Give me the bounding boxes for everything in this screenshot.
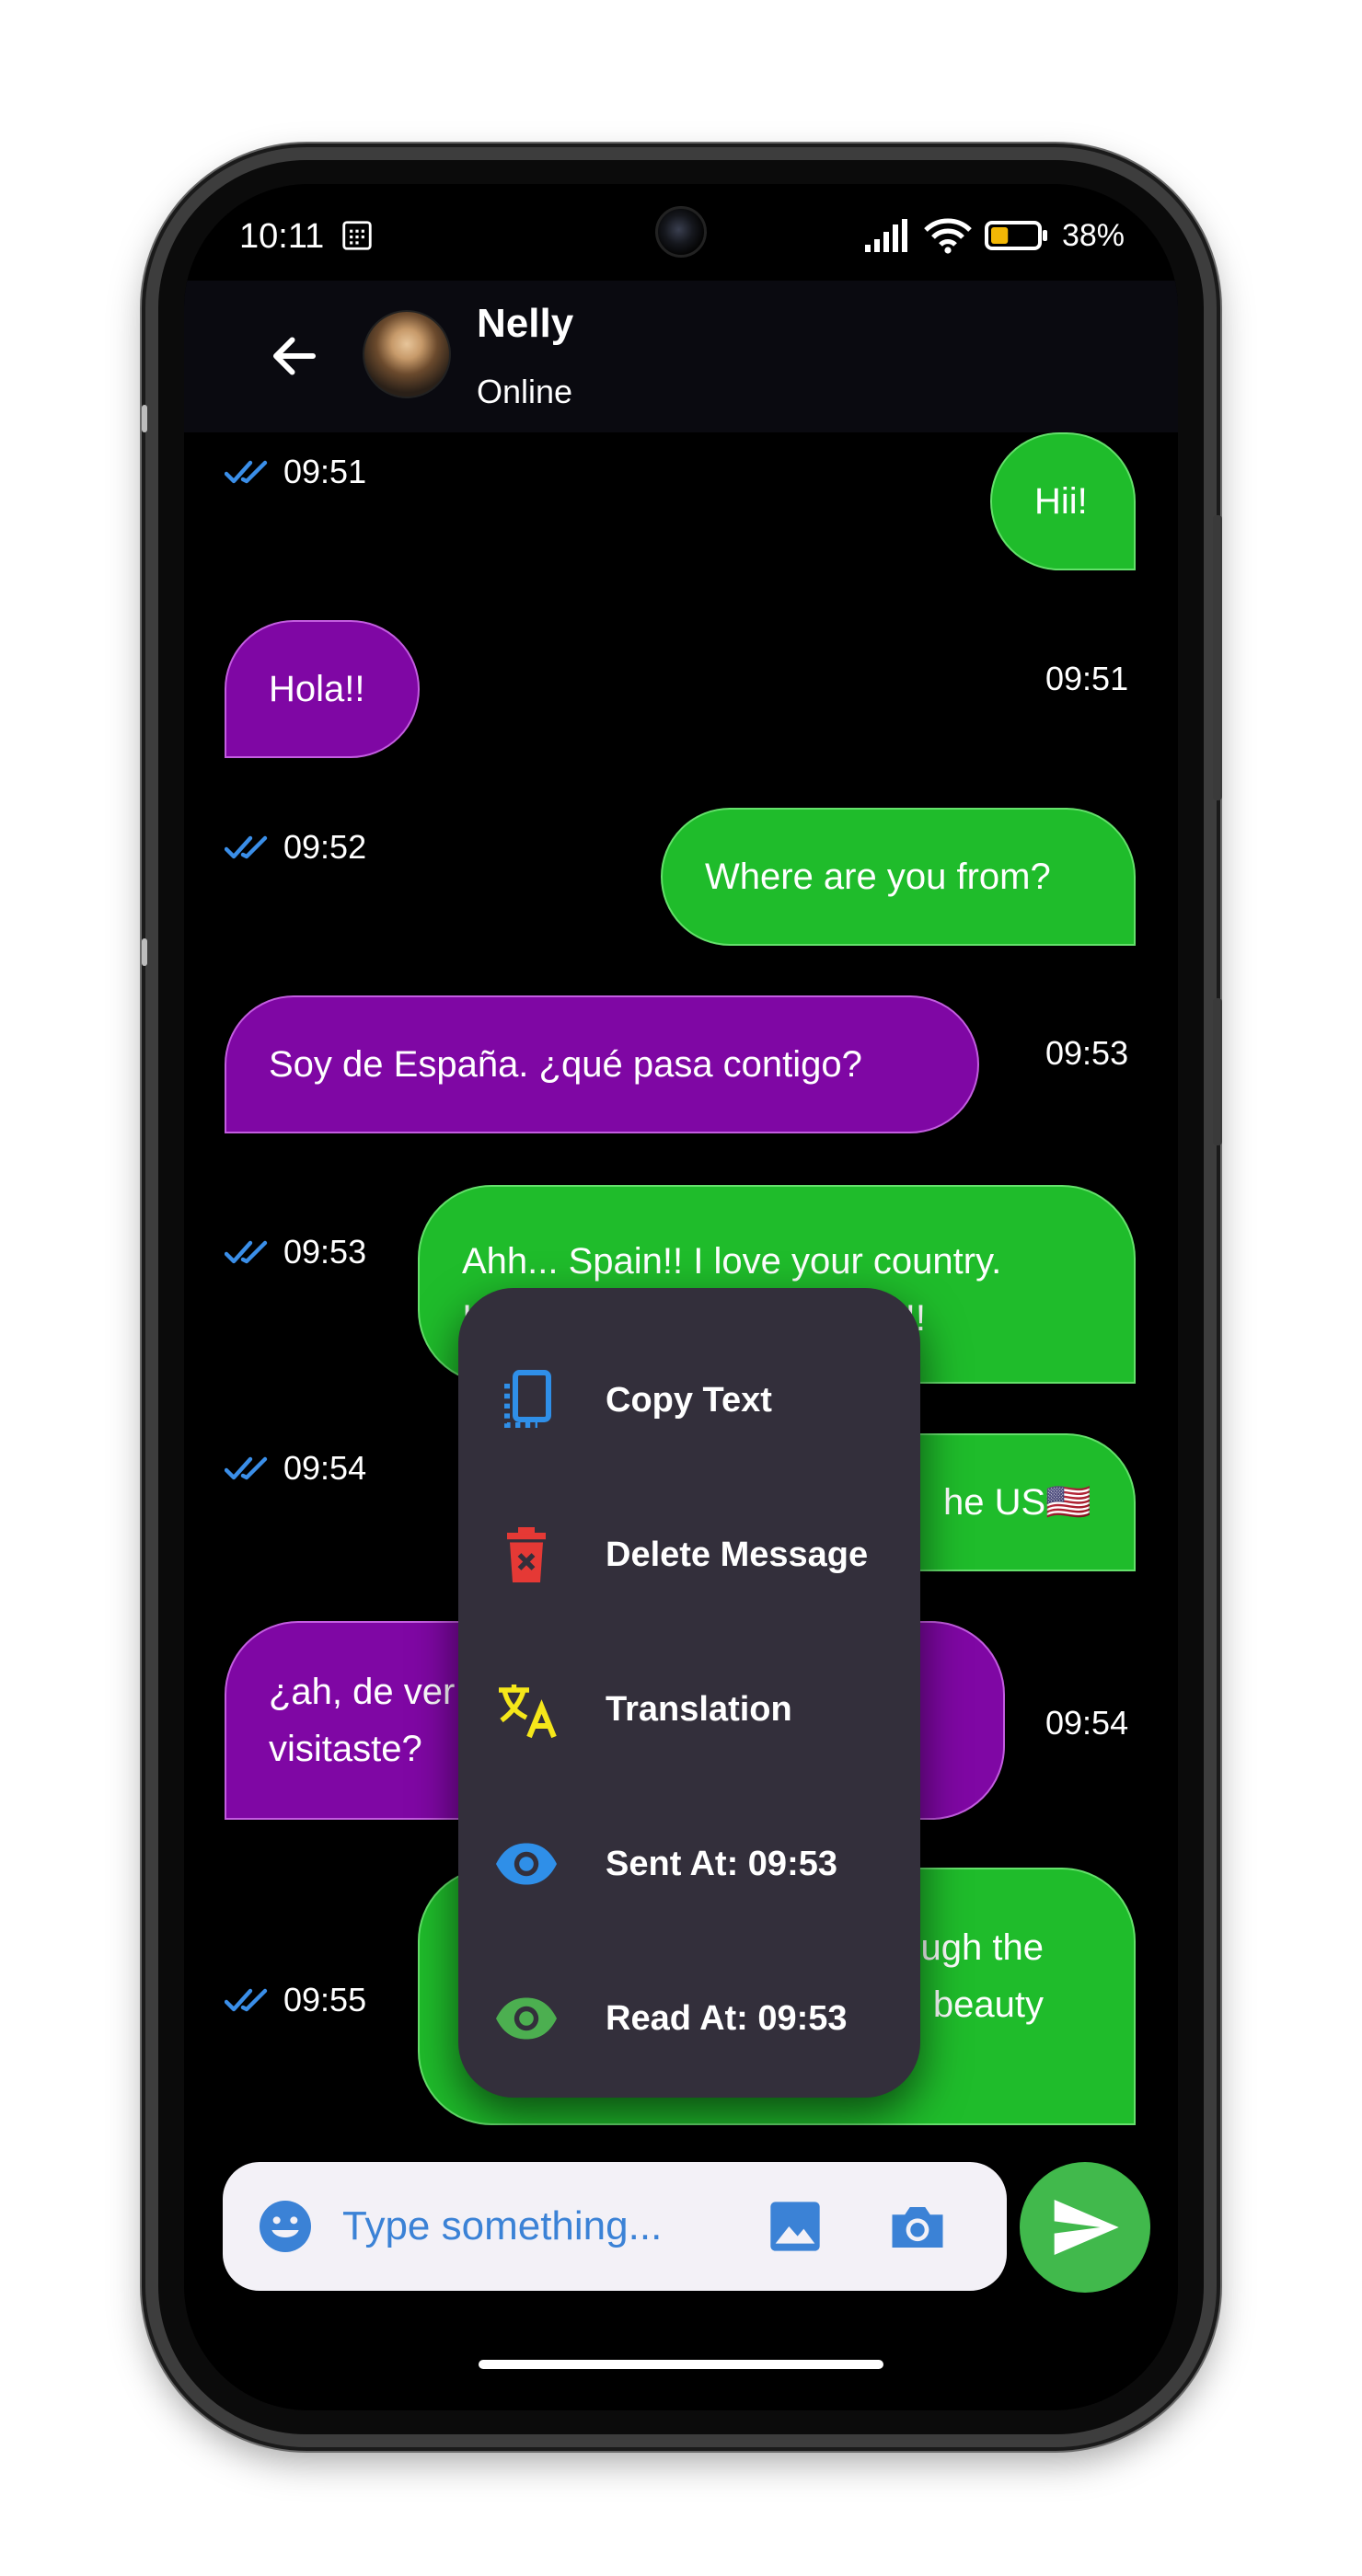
menu-item-sent-at[interactable]: Sent At: 09:53 xyxy=(458,1787,920,1941)
camera-icon[interactable] xyxy=(887,2197,948,2258)
wifi-icon xyxy=(924,218,972,254)
incoming-message[interactable]: Soy de España. ¿qué pasa contigo? xyxy=(225,995,979,1133)
status-time: 10:11 xyxy=(239,217,375,257)
eye-icon xyxy=(496,1997,557,2040)
send-icon xyxy=(1054,2200,1119,2255)
calendar-icon xyxy=(342,221,372,250)
menu-item-read-at[interactable]: Read At: 09:53 xyxy=(458,1941,920,2096)
chat-header: Nelly Online xyxy=(184,281,1178,432)
message-time: 09:51 xyxy=(1045,660,1129,697)
status-indicators: 38% xyxy=(863,217,1125,254)
status-bar: 10:11 38% xyxy=(184,184,1178,281)
home-indicator[interactable] xyxy=(479,2360,883,2369)
translate-icon xyxy=(499,1685,557,1739)
outgoing-message[interactable]: Where are you from? xyxy=(661,808,1136,946)
message-time: 09:51 xyxy=(225,453,366,491)
menu-item-copy-text[interactable]: Copy Text xyxy=(458,1323,920,1478)
power-button xyxy=(1213,998,1222,1145)
battery-icon xyxy=(984,221,1047,250)
trash-icon xyxy=(507,1527,546,1582)
message-time: 09:53 xyxy=(1045,1034,1129,1072)
message-time: 09:53 xyxy=(225,1233,366,1271)
double-check-icon xyxy=(225,1456,268,1480)
incoming-message[interactable]: Hola!! xyxy=(225,620,420,758)
message-time: 09:54 xyxy=(1045,1704,1129,1742)
menu-item-translation[interactable]: Translation xyxy=(458,1632,920,1787)
phone-screen: 10:11 38% Nelly Online 09:51 Hii! Hola!!… xyxy=(184,184,1178,2410)
double-check-icon xyxy=(225,835,268,859)
back-arrow-icon[interactable] xyxy=(267,328,322,384)
left-side-mark xyxy=(142,405,147,432)
double-check-icon xyxy=(225,1240,268,1264)
message-time: 09:52 xyxy=(225,828,366,867)
message-time: 09:55 xyxy=(225,1981,366,2019)
double-check-icon xyxy=(225,1988,268,2012)
eye-icon xyxy=(496,1843,557,1885)
double-check-icon xyxy=(225,460,268,484)
menu-item-delete-message[interactable]: Delete Message xyxy=(458,1478,920,1632)
message-input[interactable] xyxy=(342,2195,738,2258)
message-context-menu: Copy Text Delete Message Translation Sen… xyxy=(458,1288,920,2098)
contact-avatar[interactable] xyxy=(363,310,451,398)
emoji-icon[interactable] xyxy=(256,2197,315,2256)
contact-status: Online xyxy=(477,373,573,410)
message-composer xyxy=(223,2162,1007,2291)
left-side-mark xyxy=(142,938,147,966)
volume-button xyxy=(1213,515,1222,800)
image-icon[interactable] xyxy=(766,2197,825,2256)
contact-name: Nelly xyxy=(477,301,574,346)
message-time: 09:54 xyxy=(225,1449,366,1488)
signal-icon xyxy=(864,219,907,252)
outgoing-message[interactable]: Hii! xyxy=(990,432,1136,570)
battery-level: 38% xyxy=(1061,217,1125,253)
send-button[interactable] xyxy=(1020,2162,1150,2293)
copy-icon xyxy=(504,1370,551,1428)
